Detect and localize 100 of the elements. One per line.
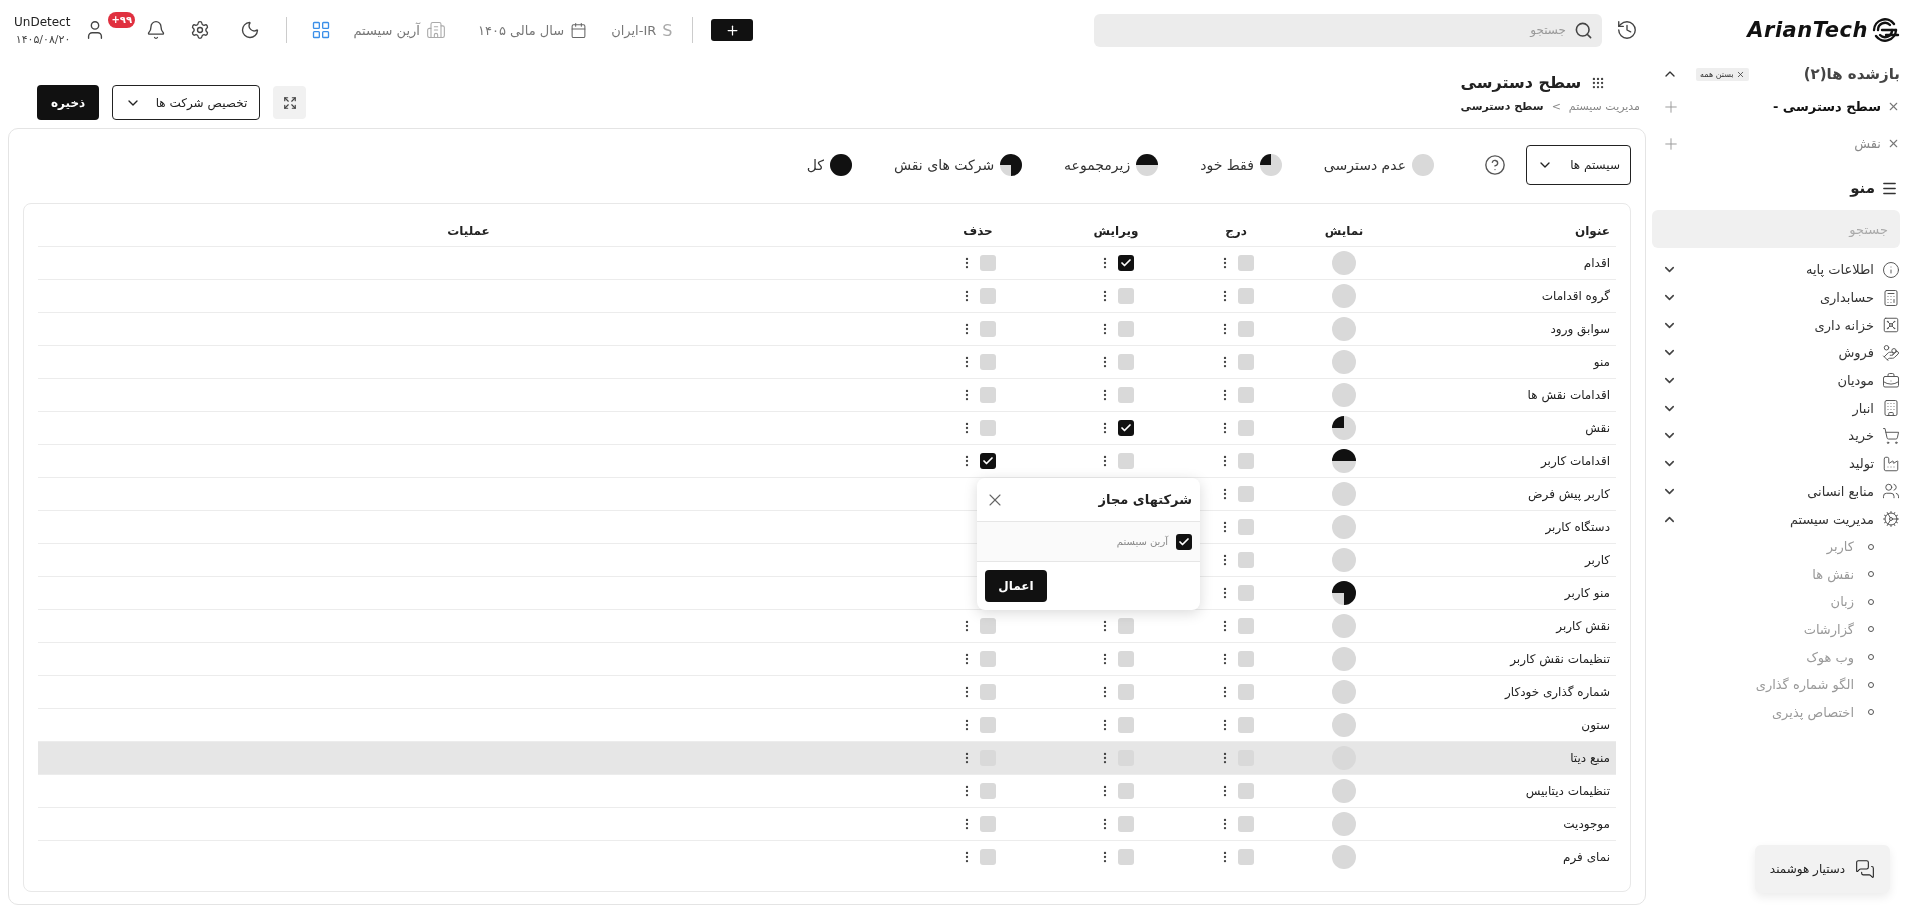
- table-cell-text: نمای فرم: [1562, 850, 1611, 864]
- checkbox[interactable]: [1238, 816, 1254, 832]
- checkbox[interactable]: [1238, 420, 1254, 436]
- settings-icon[interactable]: [190, 20, 211, 40]
- legend-label: زیرمجموعه: [1064, 157, 1131, 173]
- checkbox[interactable]: [1238, 849, 1254, 865]
- menu-item[interactable]: منابع انسانی: [1685, 483, 1874, 499]
- table-cell-text: سوابق ورود: [1549, 322, 1611, 336]
- save-button[interactable]: ذخیره: [37, 85, 100, 120]
- legend-label: شرکت های نقش: [893, 157, 995, 173]
- checkbox[interactable]: [1176, 533, 1192, 550]
- history-icon[interactable]: [1616, 19, 1638, 41]
- checkbox[interactable]: [1118, 387, 1134, 403]
- checkbox[interactable]: [1118, 684, 1134, 700]
- building-icon: [425, 20, 446, 40]
- menu-item[interactable]: تولید: [1685, 456, 1874, 472]
- table-cell-text: ستون: [1580, 718, 1611, 732]
- checkbox[interactable]: [980, 321, 996, 337]
- checkbox[interactable]: [1118, 783, 1134, 799]
- checkbox[interactable]: [980, 651, 996, 667]
- recent-tab[interactable]: سطح دسترسی -: [1772, 99, 1900, 114]
- checkbox[interactable]: [1118, 321, 1134, 337]
- checkbox[interactable]: [1238, 717, 1254, 733]
- checkbox[interactable]: [1238, 255, 1254, 271]
- checkbox[interactable]: [1238, 651, 1254, 667]
- access-level-icon: [829, 154, 852, 176]
- table-cell-text: تنظیمات دیتابیس: [1524, 784, 1611, 798]
- checkbox[interactable]: [1238, 783, 1254, 799]
- assign-companies-dropdown[interactable]: تخصیص شرکت ها: [112, 85, 261, 120]
- help-icon[interactable]: [1484, 154, 1506, 176]
- checkbox[interactable]: [1118, 288, 1134, 304]
- popup-title: شرکتهای مجاز: [1098, 492, 1192, 507]
- expand-button[interactable]: [273, 86, 307, 119]
- checkbox[interactable]: [980, 783, 996, 799]
- menu-item-icon: [1882, 316, 1900, 335]
- checkbox[interactable]: [1238, 453, 1254, 469]
- checkbox[interactable]: [1118, 717, 1134, 733]
- checkbox[interactable]: [980, 387, 996, 403]
- column-header: حذف: [963, 224, 993, 238]
- checkbox[interactable]: [1118, 453, 1134, 469]
- checkbox[interactable]: [1118, 849, 1134, 865]
- checkbox[interactable]: [980, 420, 996, 436]
- checkbox[interactable]: [1238, 618, 1254, 634]
- menu-item[interactable]: خزانه داری: [1685, 317, 1874, 333]
- checkbox[interactable]: [980, 816, 996, 832]
- checkbox[interactable]: [1238, 321, 1254, 337]
- breadcrumb-item[interactable]: مدیریت سیستم: [1568, 100, 1640, 113]
- add-button[interactable]: [711, 19, 754, 41]
- checkbox[interactable]: [980, 354, 996, 370]
- company-name[interactable]: آرین سیستم: [353, 22, 420, 38]
- checkbox[interactable]: [1118, 354, 1134, 370]
- checkbox[interactable]: [1118, 618, 1134, 634]
- menu-search-field[interactable]: جستجو: [1652, 210, 1900, 248]
- menu-item-icon: [1882, 260, 1900, 279]
- menu-item[interactable]: انبار: [1685, 400, 1874, 416]
- menu-item-icon: [1882, 288, 1900, 307]
- calendar-icon: [570, 21, 588, 39]
- menu-item[interactable]: مدیریت سیستم: [1685, 511, 1874, 527]
- checkbox[interactable]: [980, 255, 996, 271]
- checkbox[interactable]: [980, 684, 996, 700]
- checkbox[interactable]: [1118, 816, 1134, 832]
- access-level-icon: [1259, 154, 1282, 176]
- checkbox[interactable]: [980, 849, 996, 865]
- checkbox[interactable]: [1238, 519, 1254, 535]
- search-icon: [1574, 20, 1593, 40]
- systems-dropdown[interactable]: سیستم ها: [1526, 145, 1631, 185]
- menu-item[interactable]: اطلاعات پایه: [1685, 262, 1874, 278]
- moon-icon[interactable]: [240, 20, 261, 40]
- apply-button[interactable]: اعمال: [985, 570, 1047, 602]
- checkbox[interactable]: [1238, 486, 1254, 502]
- checkbox[interactable]: [1118, 420, 1134, 436]
- checkbox[interactable]: [1238, 354, 1254, 370]
- menu-item[interactable]: مودیان: [1685, 373, 1874, 389]
- menu-item-icon: [1882, 426, 1900, 445]
- check-icon: [982, 455, 994, 467]
- close-all-button[interactable]: بستن همه: [1696, 67, 1749, 81]
- checkbox[interactable]: [1238, 552, 1254, 568]
- locale-label[interactable]: ایران-IR: [611, 22, 657, 38]
- grid-icon[interactable]: [311, 20, 332, 40]
- checkbox[interactable]: [1118, 255, 1134, 271]
- recent-tab[interactable]: نقش: [1854, 136, 1900, 151]
- table-cell-text: تنظیمات نقش کاربر: [1508, 652, 1611, 666]
- fiscal-year[interactable]: سال مالی ۱۴۰۵: [477, 22, 565, 38]
- bell-icon[interactable]: [146, 20, 167, 40]
- access-level-icon: [1000, 154, 1023, 176]
- checkbox[interactable]: [1238, 585, 1254, 601]
- checkbox[interactable]: [980, 618, 996, 634]
- checkbox[interactable]: [1238, 387, 1254, 403]
- menu-item[interactable]: حسابداری: [1685, 290, 1874, 306]
- checkbox[interactable]: [980, 453, 996, 469]
- checkbox[interactable]: [1118, 651, 1134, 667]
- menu-item[interactable]: خرید: [1685, 428, 1874, 444]
- checkbox[interactable]: [1238, 288, 1254, 304]
- checkbox[interactable]: [1238, 684, 1254, 700]
- checkbox[interactable]: [980, 288, 996, 304]
- checkbox[interactable]: [980, 717, 996, 733]
- menu-item[interactable]: فروش: [1685, 345, 1874, 361]
- assistant-button[interactable]: دستیار هوشمند: [1755, 845, 1890, 893]
- search-field[interactable]: جستجو: [1094, 13, 1602, 47]
- menu-item-icon: [1882, 399, 1900, 418]
